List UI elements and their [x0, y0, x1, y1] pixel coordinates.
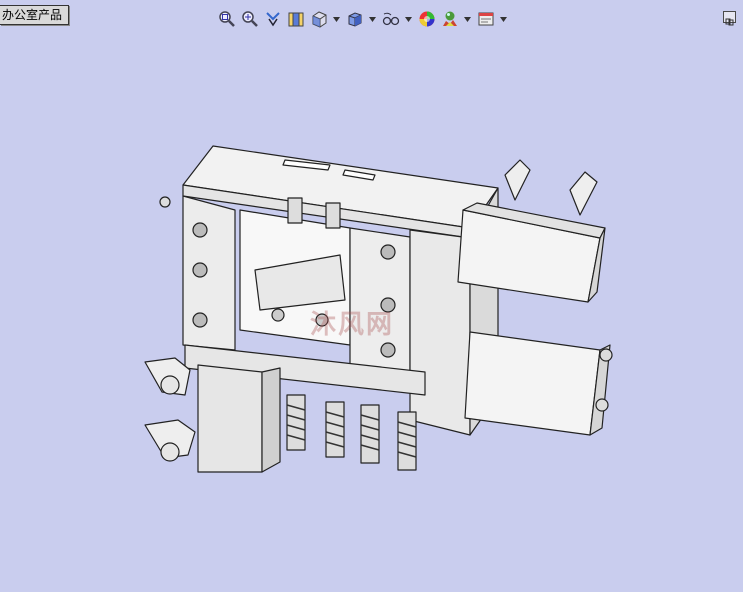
previous-view-icon	[266, 12, 280, 27]
apply-scene-icon	[443, 11, 457, 26]
apply-scene-dropdown[interactable]	[463, 9, 471, 29]
zoom-to-fit-icon	[219, 11, 235, 27]
heads-up-view-toolbar	[217, 9, 512, 29]
edit-appearance-icon	[419, 11, 435, 27]
display-style-dropdown[interactable]	[368, 9, 376, 29]
view-orientation-icon	[312, 11, 327, 28]
view-orientation-button[interactable]	[309, 9, 329, 29]
watermark-text: 沐风网	[310, 310, 395, 340]
view-settings-icon	[478, 12, 494, 26]
view-settings-dropdown[interactable]	[499, 9, 507, 29]
chevron-down-icon	[404, 16, 412, 22]
restore-icon	[725, 18, 734, 26]
chevron-down-icon	[368, 16, 376, 22]
section-view-button[interactable]	[286, 9, 306, 29]
apply-scene-button[interactable]	[440, 9, 460, 29]
zoom-to-area-icon	[242, 11, 258, 27]
restore-window-button[interactable]	[723, 11, 736, 26]
chevron-down-icon	[499, 16, 507, 22]
chevron-down-icon	[332, 16, 340, 22]
display-style-icon	[348, 12, 362, 27]
section-view-icon	[288, 12, 304, 27]
view-orientation-dropdown[interactable]	[332, 9, 340, 29]
view-settings-button[interactable]	[476, 9, 496, 29]
display-style-button[interactable]	[345, 9, 365, 29]
window-title-tab: 办公室产品	[0, 5, 70, 25]
graphics-viewport[interactable]: 沐风网	[0, 32, 743, 588]
hide-show-items-button[interactable]	[381, 9, 401, 29]
previous-view-button[interactable]	[263, 9, 283, 29]
zoom-to-fit-button[interactable]	[217, 9, 237, 29]
hide-show-items-dropdown[interactable]	[404, 9, 412, 29]
zoom-to-area-button[interactable]	[240, 9, 260, 29]
chevron-down-icon	[463, 16, 471, 22]
hide-show-items-icon	[382, 12, 400, 26]
edit-appearance-button[interactable]	[417, 9, 437, 29]
